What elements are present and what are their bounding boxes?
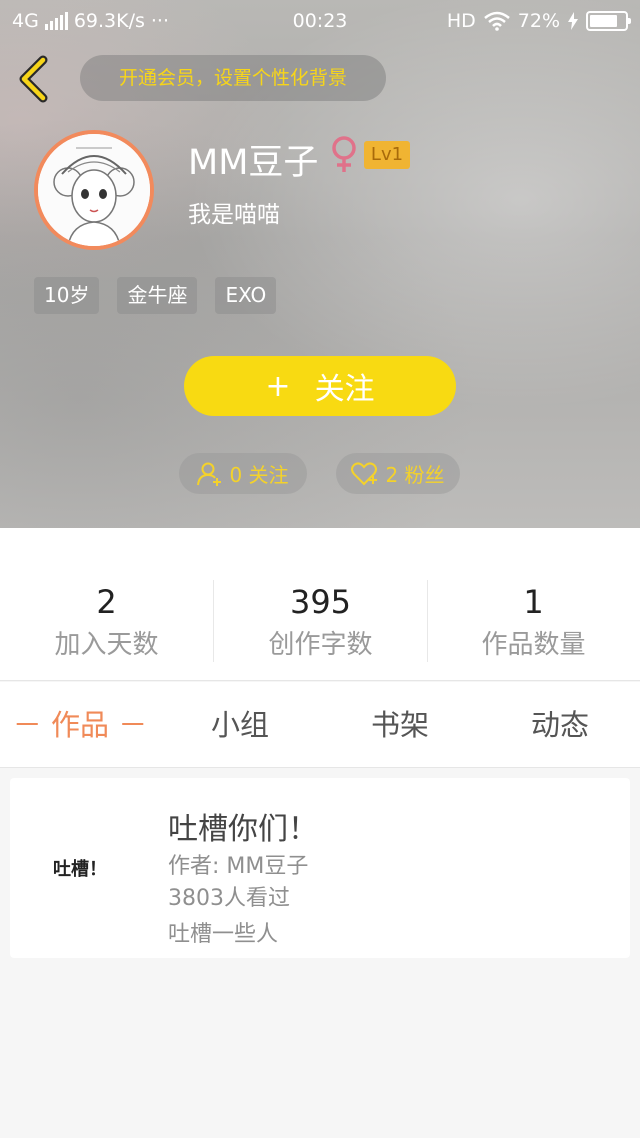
signature: 我是喵喵	[188, 202, 280, 228]
tag-age: 10岁	[34, 277, 100, 314]
stat-value: 2	[96, 583, 117, 621]
tab-groups[interactable]: 小组	[160, 682, 320, 768]
work-views: 3803人看过	[168, 886, 290, 911]
stat-word-count: 395 创作字数	[214, 580, 427, 690]
hd-indicator: HD	[446, 10, 476, 32]
work-title: 吐槽你们！	[168, 812, 318, 847]
profile-tabs: － 作品 － 小组 书架 动态	[0, 682, 640, 768]
tab-works[interactable]: － 作品 －	[0, 682, 160, 768]
chevron-left-icon	[19, 55, 48, 103]
stat-label: 加入天数	[54, 630, 159, 660]
avatar-illustration	[38, 134, 150, 246]
following-count: 0 关注	[229, 463, 289, 487]
tab-activity[interactable]: 动态	[480, 682, 640, 768]
user-add-icon	[197, 462, 222, 486]
follow-button[interactable]: + 关注	[184, 356, 456, 416]
work-description: 吐槽一些人	[168, 922, 279, 947]
charging-icon	[568, 12, 578, 30]
work-card[interactable]: 吐槽！ 吐槽你们！ 作者: MM豆子 3803人看过 吐槽一些人	[10, 778, 630, 958]
status-bar: 4G 69.3K/s ··· 00:23 HD 72%	[0, 0, 640, 44]
battery-icon	[586, 11, 631, 31]
fans-count: 2 粉丝	[385, 463, 445, 487]
vip-background-banner[interactable]: 开通会员，设置个性化背景	[80, 55, 386, 101]
following-count-button[interactable]: 0 关注	[179, 453, 307, 494]
level-badge: Lv1	[364, 141, 410, 169]
stat-value: 1	[523, 583, 544, 621]
stat-value: 395	[289, 583, 352, 621]
profile-tags: 10岁 金牛座 EXO	[34, 277, 277, 314]
stat-join-days: 2 加入天数	[0, 580, 213, 690]
stat-label: 创作字数	[268, 630, 373, 660]
tab-bookshelf[interactable]: 书架	[320, 682, 480, 768]
back-button[interactable]	[16, 54, 56, 104]
username: MM豆子	[188, 143, 319, 183]
work-cover: 吐槽！	[53, 859, 107, 880]
heart-plus-icon	[351, 461, 378, 485]
battery-percent: 72%	[517, 10, 560, 32]
stat-works-count: 1 作品数量	[427, 580, 640, 690]
tag-zodiac: 金牛座	[117, 277, 198, 314]
female-icon	[330, 136, 358, 178]
plus-icon: +	[265, 368, 291, 404]
avatar[interactable]	[34, 130, 154, 250]
fans-count-button[interactable]: 2 粉丝	[336, 453, 460, 494]
follow-button-label: 关注	[314, 372, 375, 407]
stats-panel: 2 加入天数 395 创作字数 1 作品数量	[0, 528, 640, 681]
wifi-icon	[483, 11, 510, 31]
stat-label: 作品数量	[481, 630, 586, 660]
work-author: 作者: MM豆子	[168, 854, 309, 879]
tag-interest: EXO	[215, 277, 277, 314]
